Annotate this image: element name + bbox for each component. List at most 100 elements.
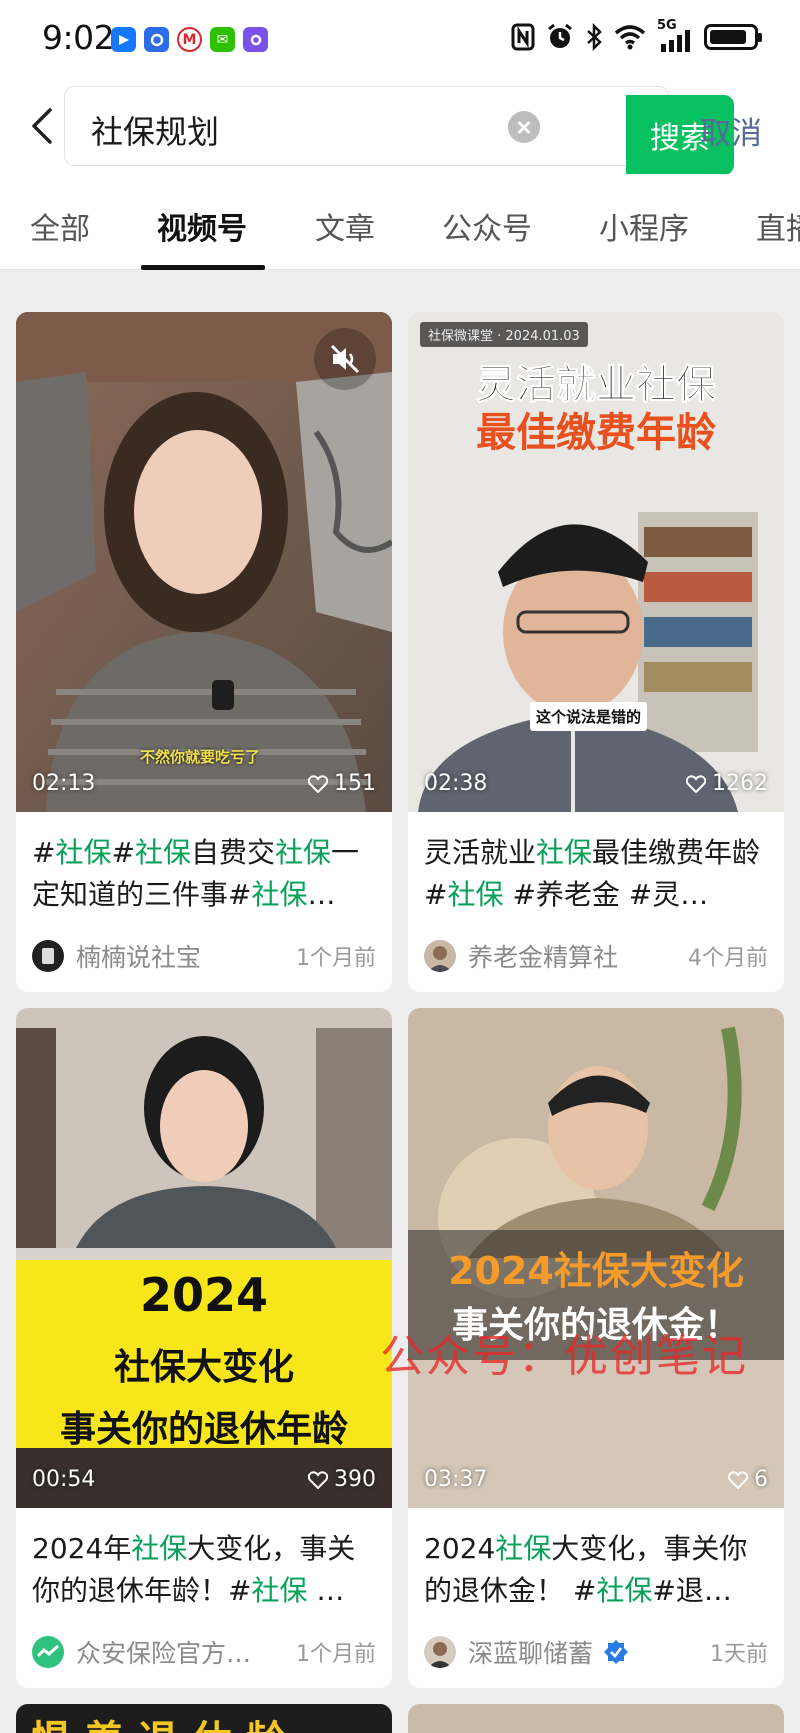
video-author[interactable]: 深蓝聊储蓄 1天前 xyxy=(424,1634,768,1670)
clear-search-icon[interactable] xyxy=(508,111,540,143)
author-name[interactable]: 深蓝聊储蓄 xyxy=(468,1634,593,1670)
video-thumbnail[interactable]: 社保微课堂 · 2024.01.03 灵活就业社保 最佳缴费年龄 这个说法是错的… xyxy=(408,312,784,812)
video-card[interactable]: 不然你就要吃亏了 02:13 151 #社保#社保自费交社保一定知道的三件事#社… xyxy=(16,312,392,992)
tencent-meeting-icon xyxy=(144,27,169,52)
metro-icon: M xyxy=(177,27,202,52)
verified-badge-icon xyxy=(604,1640,629,1664)
post-time: 4个月前 xyxy=(688,946,768,971)
title-keyword-highlight: 社保 xyxy=(55,836,112,869)
assistant-icon xyxy=(243,27,268,52)
search-input[interactable]: 社保规划 搜索 xyxy=(64,86,734,175)
video-subtitle: 这个说法是错的 xyxy=(530,702,648,731)
tab-live[interactable]: 直播 xyxy=(756,204,800,248)
title-keyword-highlight: 社保 xyxy=(447,878,504,911)
status-bar: 9:02 M ✉ 5G xyxy=(0,0,800,78)
title-text: # xyxy=(32,836,56,869)
partial-card-bottom-left[interactable]: 惧 养 退 休 龄 xyxy=(16,1704,392,1733)
result-type-tabs: 全部 视频号 文章 公众号 小程序 直播 xyxy=(0,174,800,270)
feishu-icon xyxy=(111,27,136,52)
title-keyword-highlight: 社保 xyxy=(251,878,308,911)
heart-icon xyxy=(728,1470,748,1489)
video-thumbnail[interactable]: 2024社保大变化 事关你的退休金！ 03:37 6 xyxy=(408,1008,784,1508)
video-title[interactable]: 灵活就业社保最佳缴费年龄 #社保 #养老金 #灵… xyxy=(424,832,768,916)
title-text: # xyxy=(111,836,135,869)
cancel-button[interactable]: 取消 xyxy=(700,108,762,153)
avatar[interactable] xyxy=(424,1636,456,1668)
tab-all[interactable]: 全部 xyxy=(30,204,90,248)
video-results-feed: 不然你就要吃亏了 02:13 151 #社保#社保自费交社保一定知道的三件事#社… xyxy=(0,270,800,1733)
video-series-tag: 社保微课堂 · 2024.01.03 xyxy=(420,322,588,347)
title-text: 自费交 xyxy=(190,836,275,869)
post-time: 1天前 xyxy=(710,1642,768,1667)
notification-icons: M ✉ xyxy=(111,27,268,52)
thumbnail-headline-2: 社保大变化 xyxy=(113,1347,294,1388)
video-title[interactable]: 2024年社保大变化，事关你的退休年龄！#社保 … xyxy=(32,1528,376,1612)
author-name[interactable]: 众安保险官方… xyxy=(76,1634,251,1670)
author-name[interactable]: 楠楠说社宝 xyxy=(76,938,201,974)
thumbnail-headline-1: 2024 xyxy=(139,1268,269,1322)
heart-icon xyxy=(308,774,328,793)
title-keyword-highlight: 社保 xyxy=(596,1574,653,1607)
video-duration: 00:54 xyxy=(32,1467,96,1492)
post-time: 1个月前 xyxy=(296,1642,376,1667)
wifi-icon xyxy=(614,25,646,50)
title-text: 2024 xyxy=(424,1532,496,1565)
like-count: 390 xyxy=(308,1467,376,1492)
avatar[interactable] xyxy=(424,940,456,972)
video-duration: 02:13 xyxy=(32,771,96,796)
video-title[interactable]: 2024社保大变化，事关你的退休金！ #社保#退… xyxy=(424,1528,768,1612)
alarm-icon xyxy=(548,23,572,48)
avatar[interactable] xyxy=(32,940,64,972)
video-duration: 03:37 xyxy=(424,1467,488,1492)
like-count-value: 1262 xyxy=(712,771,768,796)
video-thumbnail[interactable]: 2024 社保大变化 事关你的退休年龄 00:54 390 xyxy=(16,1008,392,1508)
tab-articles[interactable]: 文章 xyxy=(315,204,375,248)
tab-channels[interactable]: 视频号 xyxy=(157,204,247,248)
search-query-text[interactable]: 社保规划 xyxy=(91,107,219,153)
title-keyword-highlight: 社保 xyxy=(131,1532,188,1565)
title-keyword-highlight: 社保 xyxy=(274,836,331,869)
heart-icon xyxy=(686,774,706,793)
video-thumbnail[interactable]: 不然你就要吃亏了 02:13 151 xyxy=(16,312,392,812)
thumbnail-headline-3: 事关你的退休年龄 xyxy=(59,1409,348,1450)
like-count-value: 151 xyxy=(334,771,376,796)
thumbnail-headline-2: 最佳缴费年龄 xyxy=(476,410,716,456)
tab-mini-programs[interactable]: 小程序 xyxy=(599,204,689,248)
like-count: 6 xyxy=(728,1467,768,1492)
like-count: 151 xyxy=(308,771,376,796)
status-time: 9:02 xyxy=(42,18,115,57)
title-keyword-highlight: 社保 xyxy=(536,836,593,869)
like-count-value: 6 xyxy=(754,1467,768,1492)
wechat-icon: ✉ xyxy=(210,27,235,52)
video-title[interactable]: #社保#社保自费交社保一定知道的三件事#社保… xyxy=(32,832,376,916)
partial-thumbnail-text: 惧 养 退 休 龄 xyxy=(30,1708,286,1733)
title-text: … xyxy=(307,878,336,911)
title-text: #养老金 #灵… xyxy=(503,878,709,911)
video-card[interactable]: 2024 社保大变化 事关你的退休年龄 00:54 390 2024年社保大变化… xyxy=(16,1008,392,1688)
mute-icon[interactable] xyxy=(314,328,376,390)
title-text: 灵活就业 xyxy=(424,836,537,869)
tab-official-accounts[interactable]: 公众号 xyxy=(442,204,532,248)
post-time: 1个月前 xyxy=(296,946,376,971)
partial-card-bottom-right[interactable] xyxy=(408,1704,784,1733)
video-author[interactable]: 众安保险官方… 1个月前 xyxy=(32,1634,376,1670)
author-name[interactable]: 养老金精算社 xyxy=(468,938,618,974)
system-icons: 5G xyxy=(511,18,762,52)
video-duration: 02:38 xyxy=(424,771,488,796)
battery-level xyxy=(710,30,746,44)
title-text: 2024年 xyxy=(32,1532,132,1565)
search-header: 社保规划 搜索 取消 xyxy=(0,78,800,175)
avatar[interactable] xyxy=(32,1636,64,1668)
battery-icon xyxy=(704,24,762,50)
title-keyword-highlight: 社保 xyxy=(495,1532,552,1565)
watermark-text: 公众号：优创笔记 xyxy=(380,1331,748,1382)
video-author[interactable]: 楠楠说社宝 1个月前 xyxy=(32,938,376,974)
video-card[interactable]: 社保微课堂 · 2024.01.03 灵活就业社保 最佳缴费年龄 这个说法是错的… xyxy=(408,312,784,992)
title-keyword-highlight: 社保 xyxy=(251,1574,308,1607)
back-icon[interactable] xyxy=(24,104,64,148)
video-subtitle: 不然你就要吃亏了 xyxy=(140,748,261,766)
video-author[interactable]: 养老金精算社 4个月前 xyxy=(424,938,768,974)
title-text: … xyxy=(307,1574,345,1607)
title-text: #退… xyxy=(652,1574,732,1607)
wechat-search-results-page: 9:02 M ✉ 5G 社保规划 搜索 取消 全部 视频号 文章 公众号 小程序… xyxy=(0,0,800,1733)
